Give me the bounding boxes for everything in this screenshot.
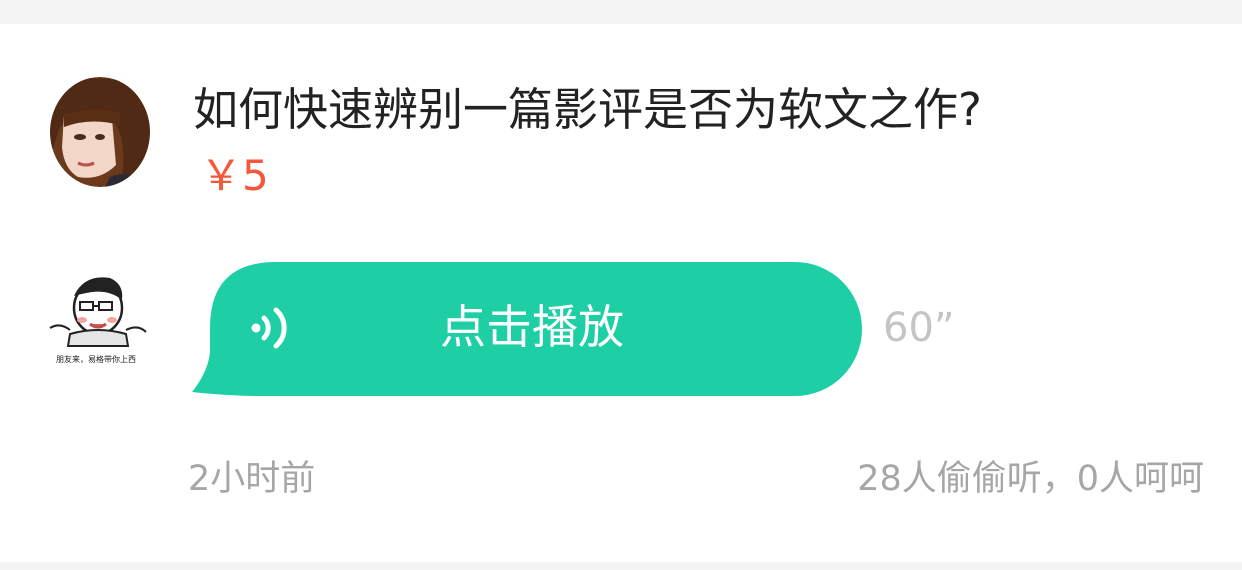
question-title[interactable]: 如何快速辨别一篇影评是否为软文之作? [193, 80, 982, 140]
answerer-avatar-image: 朋友来，易格带你上西 [40, 268, 152, 368]
asker-avatar-image [50, 77, 150, 187]
post-time: 2小时前 [188, 459, 316, 499]
asker-avatar[interactable] [50, 77, 150, 187]
avatar-caption: 朋友来，易格带你上西 [56, 354, 136, 364]
question-price: ￥5 [200, 151, 269, 200]
listen-stats: 28人偷偷听，0人呵呵 [857, 459, 1204, 499]
voice-duration: 60” [883, 305, 955, 351]
sound-wave-icon [250, 306, 294, 350]
question-card: 如何快速辨别一篇影评是否为软文之作? ￥5 朋友来，易格带你上西 点击播放 60… [0, 24, 1242, 562]
answerer-avatar[interactable]: 朋友来，易格带你上西 [40, 268, 152, 368]
play-label: 点击播放 [440, 300, 624, 354]
play-voice-button[interactable]: 点击播放 [190, 262, 862, 396]
